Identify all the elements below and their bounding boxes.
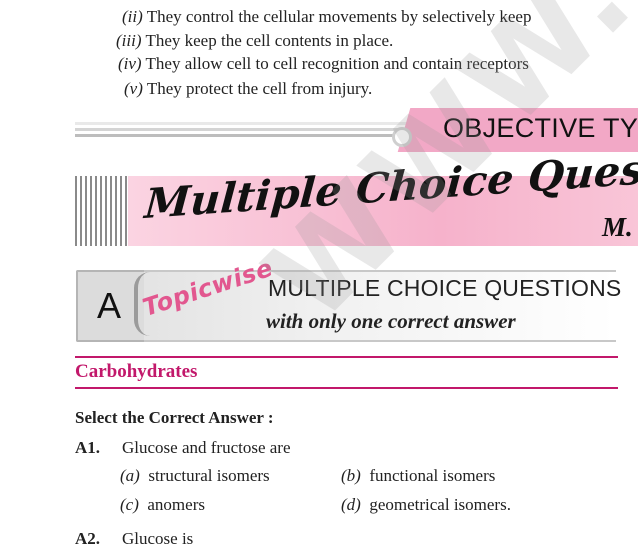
option-label: (d) [341, 495, 361, 514]
option-a: (a) structural isomers [120, 466, 270, 486]
section-a-letter: A [97, 285, 122, 326]
option-c: (c) anomers [120, 495, 205, 515]
option-text: structural isomers [148, 466, 270, 485]
list-item-number: (iv) [118, 54, 142, 73]
list-item-text: They keep the cell contents in place. [145, 31, 394, 50]
option-b: (b) functional isomers [341, 466, 495, 486]
section-rule-bottom [75, 387, 618, 389]
list-item-number: (ii) [122, 7, 143, 26]
option-text: geometrical isomers. [369, 495, 511, 514]
instruction: Select the Correct Answer : [75, 408, 274, 427]
list-item-number: (v) [124, 79, 143, 98]
list-item-number: (iii) [116, 31, 142, 50]
question-number: A2. [75, 529, 101, 548]
mcq-banner-abbr: M. [602, 212, 633, 242]
option-label: (c) [120, 495, 139, 514]
list-item-text: They protect the cell from injury. [146, 79, 373, 98]
option-label: (a) [120, 466, 140, 485]
list-item: (v) They protect the cell from injury. [124, 79, 372, 99]
mcq-banner-stripes [75, 176, 127, 246]
option-text: functional isomers [369, 466, 496, 485]
question-text: Glucose is [122, 529, 194, 548]
section-rule-top [75, 356, 618, 358]
option-label: (b) [341, 466, 361, 485]
section-title: Carbohydrates [75, 361, 198, 382]
option-d: (d) geometrical isomers. [341, 495, 511, 515]
option-text: anomers [147, 495, 205, 514]
question-text: Glucose and fructose are [122, 438, 291, 457]
question-number: A1. [75, 438, 101, 457]
list-item: (iii) They keep the cell contents in pla… [116, 31, 393, 51]
